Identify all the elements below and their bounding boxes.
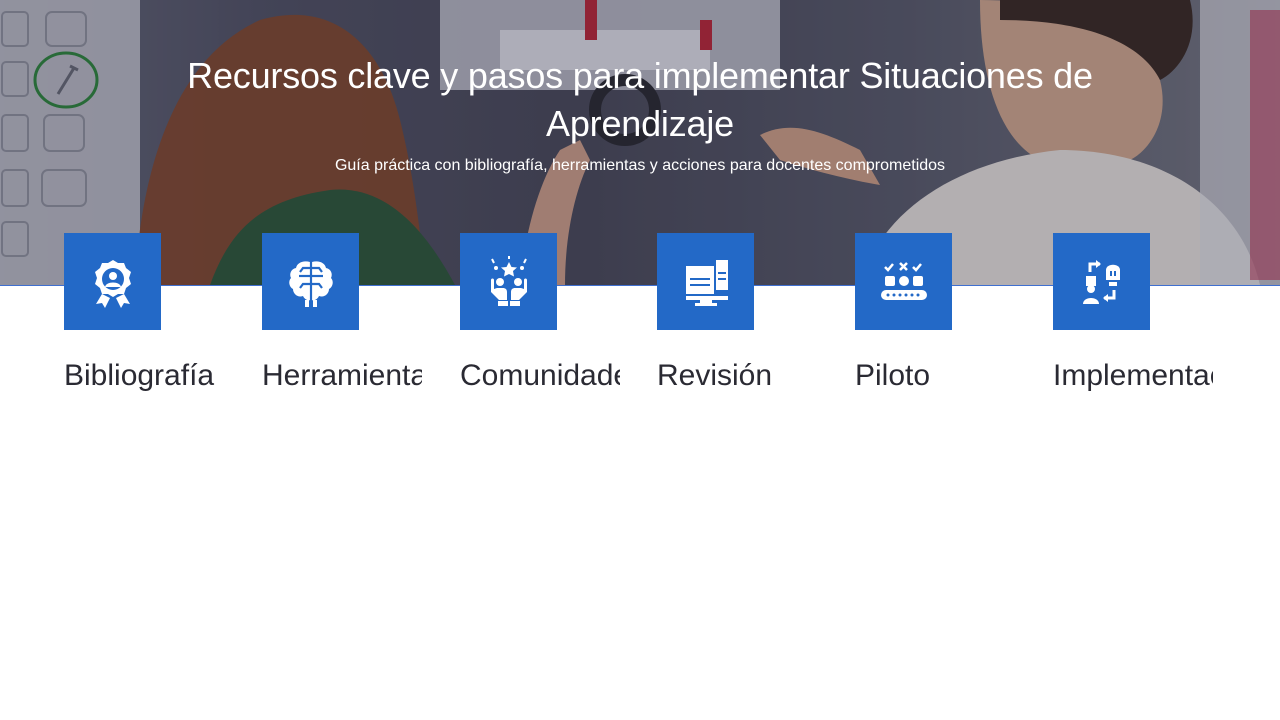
award-badge-icon bbox=[64, 233, 161, 330]
card-label: Implementación bbox=[1053, 359, 1213, 392]
hands-community-icon bbox=[460, 233, 557, 330]
card-piloto[interactable]: Piloto bbox=[855, 233, 1035, 394]
conveyor-test-icon bbox=[855, 233, 952, 330]
card-label: Bibliografía bbox=[64, 359, 215, 392]
resource-cards: Bibliografía Herramienta Comunidad Revis… bbox=[0, 0, 1280, 420]
card-comunidades[interactable]: Comunidades bbox=[460, 233, 640, 394]
monitor-documents-icon bbox=[657, 233, 754, 330]
brain-circuit-icon bbox=[262, 233, 359, 330]
card-implementacion[interactable]: Implementación bbox=[1053, 233, 1233, 394]
card-label: Piloto bbox=[855, 359, 931, 392]
card-bibliografia[interactable]: Bibliografía bbox=[64, 233, 244, 394]
card-herramientas[interactable]: Herramientas bbox=[262, 233, 442, 394]
card-label: Herramientas bbox=[262, 359, 422, 392]
card-label: Revisión bbox=[657, 359, 773, 392]
card-label: Comunidades bbox=[460, 359, 620, 392]
deploy-exchange-icon bbox=[1053, 233, 1150, 330]
card-revision[interactable]: Revisión bbox=[657, 233, 837, 394]
page: Recursos clave y pasos para implementar … bbox=[0, 0, 1280, 720]
